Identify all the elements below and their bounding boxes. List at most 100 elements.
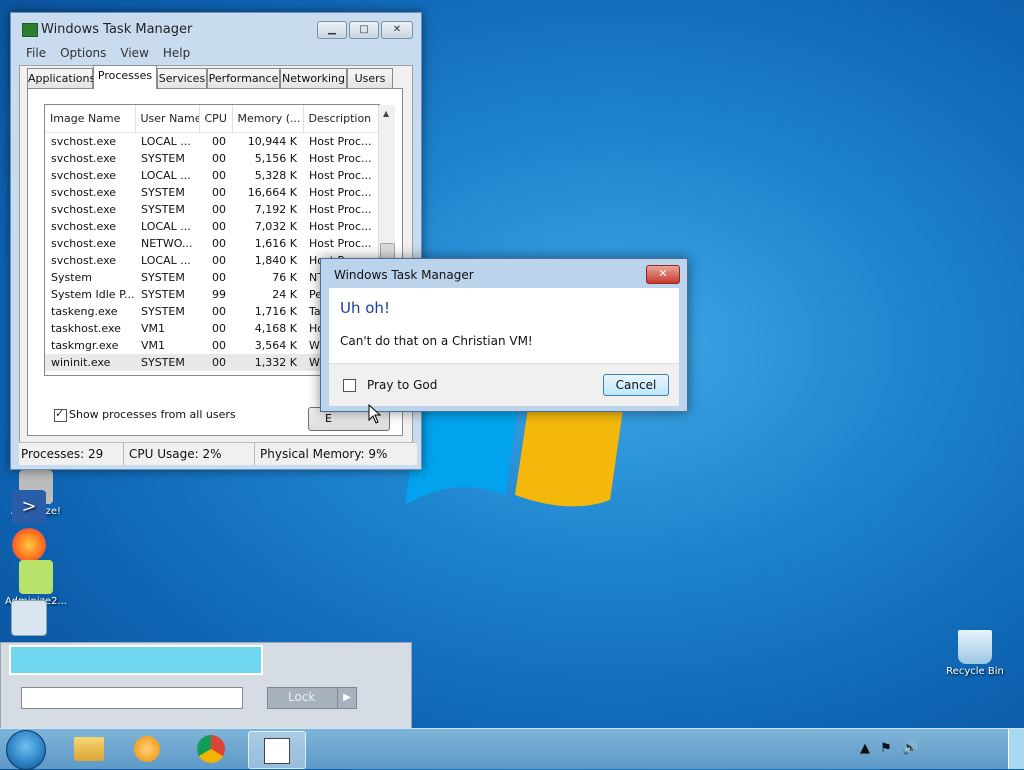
task-manager-icon xyxy=(22,23,38,37)
notepadpp-icon xyxy=(19,560,53,594)
column-description[interactable]: Description xyxy=(303,105,379,133)
cancel-button[interactable]: Cancel xyxy=(603,374,669,396)
title-bar[interactable]: Windows Task Manager ▁ □ ✕ xyxy=(11,13,421,43)
process-user-name: SYSTEM xyxy=(141,152,185,165)
table-row[interactable]: svchost.exe SYSTEM 00 16,664 K Host Proc... xyxy=(45,184,379,201)
process-user-name: SYSTEM xyxy=(141,305,185,318)
process-user-name: SYSTEM xyxy=(141,186,185,199)
status-memory: Physical Memory: 9% xyxy=(260,447,388,461)
desktop-icon-recycle-bin[interactable]: Recycle Bin xyxy=(943,630,1007,677)
column-cpu[interactable]: CPU xyxy=(199,105,233,133)
show-hidden-icons-icon[interactable]: ▲ xyxy=(860,741,870,756)
process-cpu: 00 xyxy=(212,152,226,165)
process-memory: 5,328 K xyxy=(254,169,297,182)
process-image-name: taskhost.exe xyxy=(51,322,121,335)
column-user-name[interactable]: User Name xyxy=(135,105,200,133)
table-row[interactable]: svchost.exe LOCAL ... 00 5,328 K Host Proc..… xyxy=(45,167,379,184)
tab-services[interactable]: Services xyxy=(157,68,207,88)
dialog-close-button[interactable]: ✕ xyxy=(646,265,680,284)
scroll-up-icon[interactable]: ▲ xyxy=(383,109,389,118)
taskbar-explorer[interactable] xyxy=(62,731,118,767)
firefox-icon xyxy=(12,528,46,562)
process-memory: 24 K xyxy=(272,288,297,301)
menu-view[interactable]: View xyxy=(113,43,155,63)
desktop-icon-label: Recycle Bin xyxy=(946,666,1004,677)
process-image-name: svchost.exe xyxy=(51,237,117,250)
process-image-name: taskeng.exe xyxy=(51,305,118,318)
table-row[interactable]: svchost.exe SYSTEM 00 7,192 K Host Proc... xyxy=(45,201,379,218)
network-icon[interactable]: ⚑ xyxy=(880,741,892,756)
process-user-name: LOCAL ... xyxy=(141,220,191,233)
table-row[interactable]: svchost.exe NETWO... 00 1,616 K Host Proc... xyxy=(45,235,379,252)
desktop-icon-powershell[interactable]: > xyxy=(0,490,61,526)
process-cpu: 00 xyxy=(212,186,226,199)
menu-options[interactable]: Options xyxy=(53,43,113,63)
process-memory: 10,944 K xyxy=(247,135,297,148)
dialog-content: Uh oh! Can't do that on a Christian VM! xyxy=(329,288,679,363)
process-description: Host Proc... xyxy=(309,169,372,182)
process-user-name: NETWO... xyxy=(141,237,193,250)
process-memory: 2,884 K xyxy=(232,371,303,375)
taskbar-chrome[interactable] xyxy=(184,731,240,767)
process-description: Host Proc... xyxy=(309,203,372,216)
process-image-name: svchost.exe xyxy=(51,203,117,216)
tab-processes[interactable]: Processes xyxy=(93,65,157,89)
process-cpu: 00 xyxy=(212,254,226,267)
maximize-button[interactable]: □ xyxy=(349,21,379,39)
dialog-heading: Uh oh! xyxy=(340,299,390,317)
column-image-name[interactable]: Image Name xyxy=(45,105,136,133)
dialog-message: Can't do that on a Christian VM! xyxy=(340,334,533,348)
tab-users[interactable]: Users xyxy=(347,68,393,88)
process-cpu: 00 xyxy=(212,220,226,233)
process-description: Host Proc... xyxy=(309,135,372,148)
close-button[interactable]: ✕ xyxy=(381,21,413,39)
process-cpu: 00 xyxy=(212,169,226,182)
taskbar-media-player[interactable] xyxy=(120,731,176,767)
pray-to-god-checkbox[interactable] xyxy=(343,379,356,392)
process-image-name: winlogon.exe xyxy=(45,371,135,375)
table-row[interactable]: svchost.exe LOCAL ... 00 7,032 K Host Proc..… xyxy=(45,218,379,235)
explorer-icon xyxy=(74,737,104,761)
process-cpu: 00 xyxy=(199,371,232,375)
window-title: Windows Task Manager xyxy=(41,22,193,37)
menu-help[interactable]: Help xyxy=(156,43,197,63)
system-tray: ▲ ⚑ 🔊 xyxy=(860,741,918,756)
process-user-name: SYSTEM xyxy=(135,354,199,371)
show-desktop-button[interactable] xyxy=(1008,729,1024,769)
show-all-users-checkbox[interactable] xyxy=(54,407,67,422)
volume-icon[interactable]: 🔊 xyxy=(902,741,918,756)
column-memory[interactable]: Memory (... xyxy=(232,105,304,133)
table-row[interactable]: svchost.exe SYSTEM 00 5,156 K Host Proc... xyxy=(45,150,379,167)
process-memory: 1,616 K xyxy=(254,237,297,250)
process-image-name: svchost.exe xyxy=(51,254,117,267)
dialog-title: Windows Task Manager xyxy=(334,268,474,282)
process-user-name: LOCAL ... xyxy=(141,135,191,148)
process-description: Host Proc... xyxy=(309,220,372,233)
pray-to-god-label: Pray to God xyxy=(367,378,438,392)
process-description: Host Proc... xyxy=(309,186,372,199)
tab-networking[interactable]: Networking xyxy=(280,68,347,88)
process-description: Host Proc... xyxy=(309,237,372,250)
desktop-icon-computer[interactable] xyxy=(0,600,61,638)
process-memory: 4,168 K xyxy=(254,322,297,335)
table-row[interactable]: svchost.exe LOCAL ... 00 10,944 K Host Proc.… xyxy=(45,133,379,151)
status-cpu: CPU Usage: 2% xyxy=(129,447,222,461)
lock-button[interactable]: Lock ▶ xyxy=(267,687,357,709)
process-user-name: SYSTEM xyxy=(141,288,185,301)
process-image-name: wininit.exe xyxy=(45,354,135,371)
desktop-icon-firefox[interactable] xyxy=(0,528,61,564)
process-image-name: svchost.exe xyxy=(51,220,117,233)
process-cpu: 00 xyxy=(212,237,226,250)
password-input[interactable] xyxy=(21,687,243,709)
lock-panel: Lock ▶ xyxy=(0,642,412,730)
process-cpu: 00 xyxy=(199,354,232,371)
minimize-button[interactable]: ▁ xyxy=(317,21,347,39)
tab-applications[interactable]: Applications xyxy=(27,68,95,88)
process-memory: 7,032 K xyxy=(254,220,297,233)
menu-file[interactable]: File xyxy=(19,43,53,63)
start-button[interactable] xyxy=(6,730,46,770)
lock-progress-bar xyxy=(9,645,263,675)
process-cpu: 00 xyxy=(212,339,226,352)
tab-performance[interactable]: Performance xyxy=(207,68,280,88)
taskbar-task-manager[interactable] xyxy=(248,731,306,769)
